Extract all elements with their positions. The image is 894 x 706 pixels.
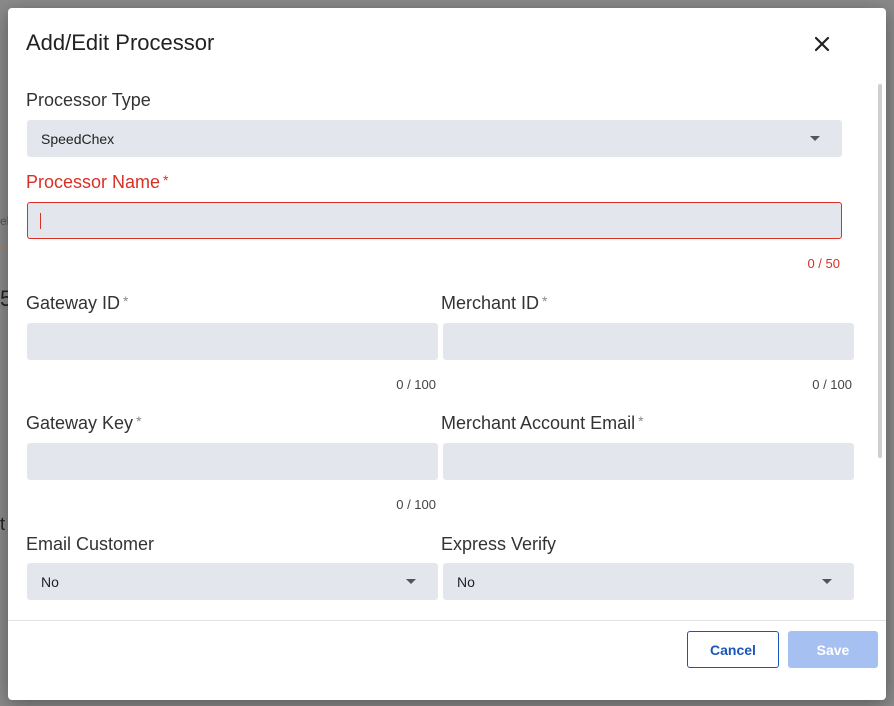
gateway-key-field[interactable] xyxy=(27,443,438,480)
chevron-down-icon xyxy=(406,579,416,584)
processor-name-label: Processor Name * xyxy=(26,172,169,192)
processor-type-label: Processor Type xyxy=(26,90,151,110)
cancel-button[interactable]: Cancel xyxy=(687,631,779,668)
merchant-id-field[interactable] xyxy=(443,323,854,360)
merchant-id-input[interactable] xyxy=(443,323,854,360)
add-edit-processor-dialog: Add/Edit Processor Processor Type SpeedC… xyxy=(8,8,886,700)
merchant-id-counter: 0 / 100 xyxy=(812,377,852,392)
merchant-account-email-field[interactable] xyxy=(443,443,854,480)
close-button[interactable] xyxy=(808,30,836,58)
chevron-down-icon xyxy=(810,136,820,141)
gateway-id-input[interactable] xyxy=(27,323,438,360)
text-cursor xyxy=(40,213,41,229)
processor-name-input[interactable] xyxy=(27,202,842,239)
footer-divider xyxy=(8,620,886,621)
gateway-key-counter: 0 / 100 xyxy=(396,497,436,512)
gateway-key-input[interactable] xyxy=(27,443,438,480)
email-customer-select[interactable]: No xyxy=(27,563,438,600)
dialog-title: Add/Edit Processor xyxy=(26,30,215,55)
gateway-id-counter: 0 / 100 xyxy=(396,377,436,392)
merchant-account-email-label: Merchant Account Email * xyxy=(441,413,644,433)
express-verify-label: Express Verify xyxy=(441,534,557,554)
processor-name-field[interactable] xyxy=(28,203,841,238)
save-button[interactable]: Save xyxy=(788,631,878,668)
processor-name-counter: 0 / 50 xyxy=(807,256,840,271)
express-verify-value: No xyxy=(457,573,475,590)
gateway-id-label: Gateway ID * xyxy=(26,293,129,313)
scrollbar[interactable] xyxy=(878,84,882,458)
gateway-key-label: Gateway Key * xyxy=(26,413,142,433)
email-customer-value: No xyxy=(41,573,59,590)
merchant-id-label: Merchant ID * xyxy=(441,293,548,313)
email-customer-label: Email Customer xyxy=(26,534,155,554)
gateway-id-field[interactable] xyxy=(27,323,438,360)
processor-type-value: SpeedChex xyxy=(41,130,115,147)
express-verify-select[interactable]: No xyxy=(443,563,854,600)
background-text-fragment: t xyxy=(0,514,6,534)
close-icon xyxy=(814,36,830,52)
merchant-account-email-input[interactable] xyxy=(443,443,854,480)
chevron-down-icon xyxy=(822,579,832,584)
processor-type-select[interactable]: SpeedChex xyxy=(27,120,842,157)
